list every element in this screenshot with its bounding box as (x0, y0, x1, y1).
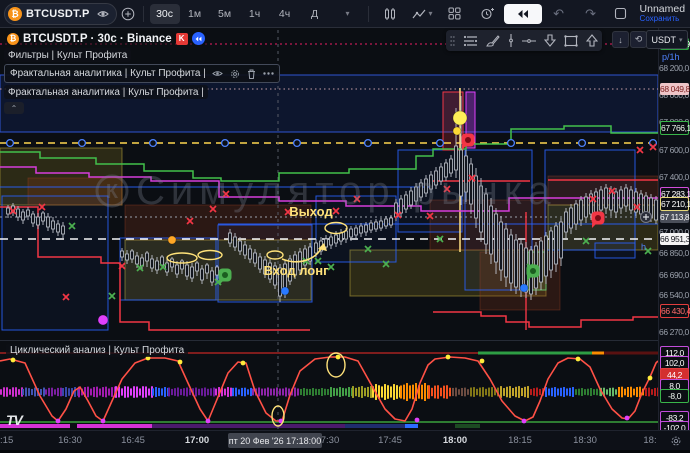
price-axis[interactable]: p/1h 68 200,068 000,067 800,067 600,067 … (658, 28, 690, 430)
broker-eye-icon[interactable] (94, 5, 112, 23)
interval-1ч[interactable]: 1ч (240, 4, 270, 24)
symbol-label: BTCUSDT.P (26, 8, 90, 20)
manage-drawings-icon[interactable] (463, 35, 478, 47)
time-tick: 18:15 (508, 435, 532, 446)
maximize-pane-button[interactable]: ⟲ (630, 31, 647, 48)
indicator-label: Фрактальная аналитика | Культ Профита | (10, 68, 206, 79)
price-tick: 67 400,0 (659, 172, 688, 182)
currency-dropdown[interactable]: USDT ▾ (646, 30, 688, 49)
compare-add-button[interactable] (119, 5, 137, 23)
divider (368, 6, 369, 22)
indicator-label: Фильтры | Культ Профита (8, 50, 127, 61)
price-label-pink-fill: 68 049,8 (660, 83, 689, 95)
price-label-white-fill: 66 951,3 (660, 233, 689, 245)
price-tick: 66 540,0 (659, 290, 688, 300)
alert-clock-icon[interactable] (472, 4, 502, 24)
bitcoin-icon: ₿ (7, 33, 19, 45)
chart-area: К Симулятор рынкаВыход Вход лонг h p/1h 68 … (0, 28, 690, 453)
indicator-value-label: -8,0 (660, 389, 689, 403)
time-axis[interactable]: 6:15 16:30 16:45 17:00 7:30 17:45 18:00 18:15 18… (0, 430, 690, 450)
chart-style-icon[interactable] (375, 4, 405, 24)
time-tick: 18:30 (573, 435, 597, 446)
price-tick: 66 850,0 (659, 248, 688, 258)
select-layout-icon[interactable] (606, 4, 636, 24)
horizontal-line-tool-icon[interactable] (522, 38, 536, 44)
bitcoin-icon: ₿ (8, 7, 22, 21)
interval-4ч[interactable]: 4ч (270, 4, 300, 24)
redo-button[interactable]: ↷ (576, 4, 606, 24)
eye-icon[interactable] (212, 69, 223, 78)
floating-draw-toolbar (446, 30, 602, 51)
price-label-yel-o: 67 210,1 (660, 197, 689, 211)
price-tick: 66 270,0 (659, 327, 688, 337)
symbol-button[interactable]: ₿ BTCUSDT.P (4, 3, 117, 25)
kult-profita-logo: K (176, 33, 188, 45)
price-tick: 68 200,0 (659, 63, 688, 73)
cycle-histogram-layer (0, 383, 658, 401)
legend-symbol-row[interactable]: ₿ BTCUSDT.P · 30с · Binance K (4, 31, 208, 46)
arrow-up-marker-icon[interactable] (586, 34, 598, 47)
replay-active-badge (192, 32, 205, 45)
legend-symbol-title: BTCUSDT.P · 30с · Binance (23, 33, 172, 45)
interval-5м[interactable]: 5м (210, 4, 240, 24)
price-unit-label: p/1h (662, 52, 680, 62)
time-tick: 16:30 (58, 435, 82, 446)
price-tick: 67 600,0 (659, 145, 688, 155)
indicator-legend-row[interactable]: Циклический анализ | Культ Профита (6, 344, 188, 357)
legend-indicator-row-0[interactable]: Фильтры | Культ Профита (4, 48, 131, 62)
currency-label: USDT (651, 35, 676, 45)
add-alert-plus-icon[interactable] (641, 212, 652, 223)
exit-label: Выход (289, 204, 333, 219)
time-tick: 16:45 (121, 435, 145, 446)
interval-Д[interactable]: Д (300, 4, 330, 24)
price-label-red-o: 66 430,4 (660, 304, 689, 318)
interval-dropdown-chevron[interactable]: ▾ (332, 4, 362, 24)
price-label-gray-fill: 67 113,8 (660, 211, 689, 223)
more-options-icon[interactable] (263, 72, 274, 75)
price-tick: 66 690,0 (659, 270, 688, 280)
interval-1м[interactable]: 1м (180, 4, 210, 24)
price-label-green-o: 67 766,1 (660, 121, 689, 135)
chart-legend: ₿ BTCUSDT.P · 30с · Binance K Фильтры | … (4, 31, 280, 114)
interval-group: 30с1м5м1ч4чД (150, 4, 330, 24)
toolbar-left: ₿ BTCUSDT.P 30с1м5м1ч4чД ▾ ▾ (0, 3, 606, 25)
settings-icon[interactable] (230, 69, 240, 79)
arrow-down-marker-icon[interactable] (544, 34, 556, 47)
delete-icon[interactable] (247, 69, 256, 79)
layout-name-button[interactable]: Unnamed Сохранить (640, 4, 686, 24)
undo-button[interactable]: ↶ (544, 4, 574, 24)
interval-30с[interactable]: 30с (150, 4, 180, 24)
h-marker: h (641, 242, 646, 252)
brush-tool-icon[interactable] (486, 35, 500, 47)
time-tick: 6:15 (0, 435, 13, 446)
top-toolbar: ₿ BTCUSDT.P 30с1м5м1ч4чД ▾ ▾ (0, 0, 690, 28)
replay-button[interactable] (504, 4, 542, 24)
save-link[interactable]: Сохранить (640, 14, 680, 24)
scroll-to-realtime-button[interactable]: ↓ (612, 31, 629, 48)
time-tick: 17:00 (185, 435, 209, 446)
svg-text:Симулятор рынка: Симулятор рынка (136, 169, 557, 213)
legend-collapse-button[interactable]: ⌃ (4, 102, 24, 114)
time-tick: 18: (643, 435, 656, 446)
indicators-icon[interactable]: ▾ (407, 4, 438, 24)
time-tick: 18:00 (443, 435, 467, 446)
legend-indicator-row-2[interactable]: Фрактальная аналитика | Культ Профита | (4, 85, 208, 99)
drag-handle-icon[interactable] (450, 35, 455, 47)
indicator-label: Фрактальная аналитика | Культ Профита | (8, 87, 204, 98)
layout-grid-icon[interactable] (440, 4, 470, 24)
rectangle-tool-icon[interactable] (564, 35, 578, 47)
trading-app-window: ₿ BTCUSDT.P 30с1м5м1ч4чД ▾ ▾ (0, 0, 690, 453)
tradingview-logo[interactable]: TV (6, 412, 22, 428)
toolbar-right: Unnamed Сохранить ▾ (606, 4, 690, 24)
legend-indicator-row-1[interactable]: Фрактальная аналитика | Культ Профита | (4, 64, 280, 83)
svg-text:К: К (106, 181, 119, 203)
cycle-wave-line (0, 357, 658, 421)
entry-label: Вход лонг (263, 263, 329, 278)
time-tick: 17:45 (378, 435, 402, 446)
time-tick: 7:30 (321, 435, 340, 446)
divider (143, 6, 144, 22)
layout-name: Unnamed (640, 4, 686, 14)
vertical-line-tool-icon[interactable] (508, 34, 514, 47)
replay-datetime-chip: пт 20 Фев '26 17:18:00 (228, 433, 322, 448)
